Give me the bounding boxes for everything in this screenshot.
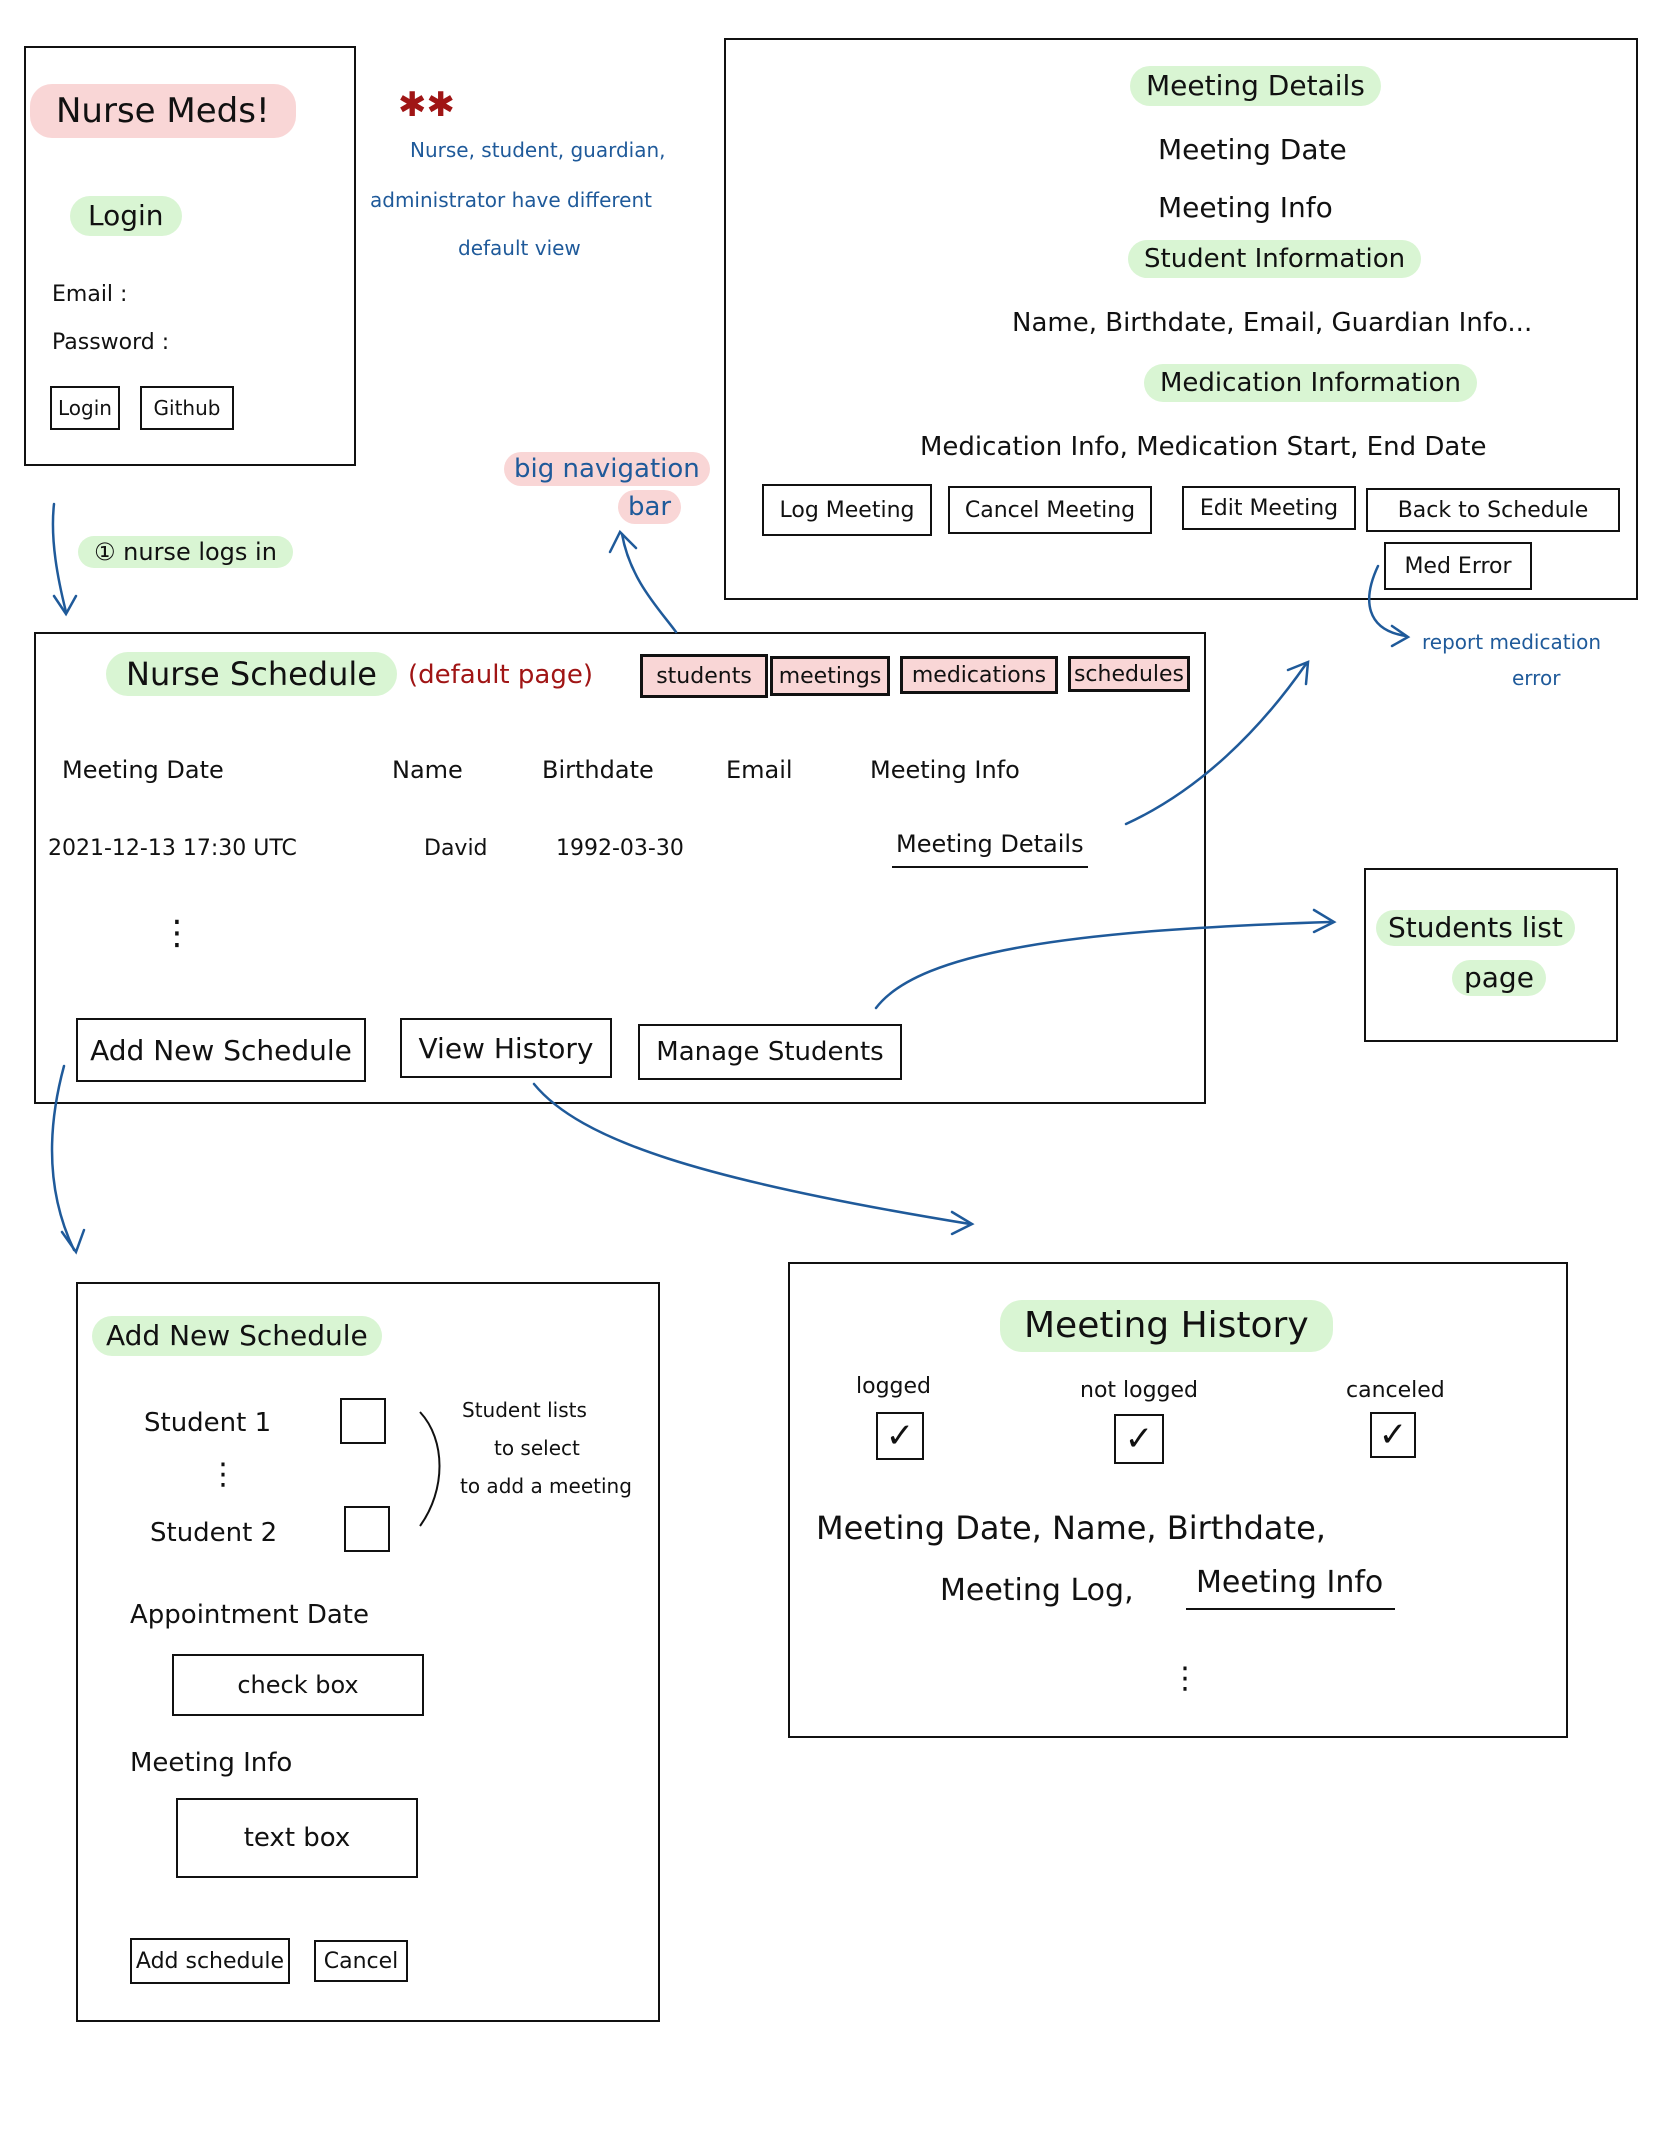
arrow-to-students-list <box>874 920 1332 1010</box>
student-lists-brace <box>419 1411 441 1527</box>
arrow-to-meeting-details <box>1124 662 1308 826</box>
arrow-to-history <box>532 1082 972 1226</box>
arrow-med-error-note <box>1368 564 1408 638</box>
arrow-to-add-schedule <box>50 1064 76 1252</box>
flow-arrows <box>50 502 1411 1527</box>
arrow-nav-annotation <box>620 532 678 634</box>
